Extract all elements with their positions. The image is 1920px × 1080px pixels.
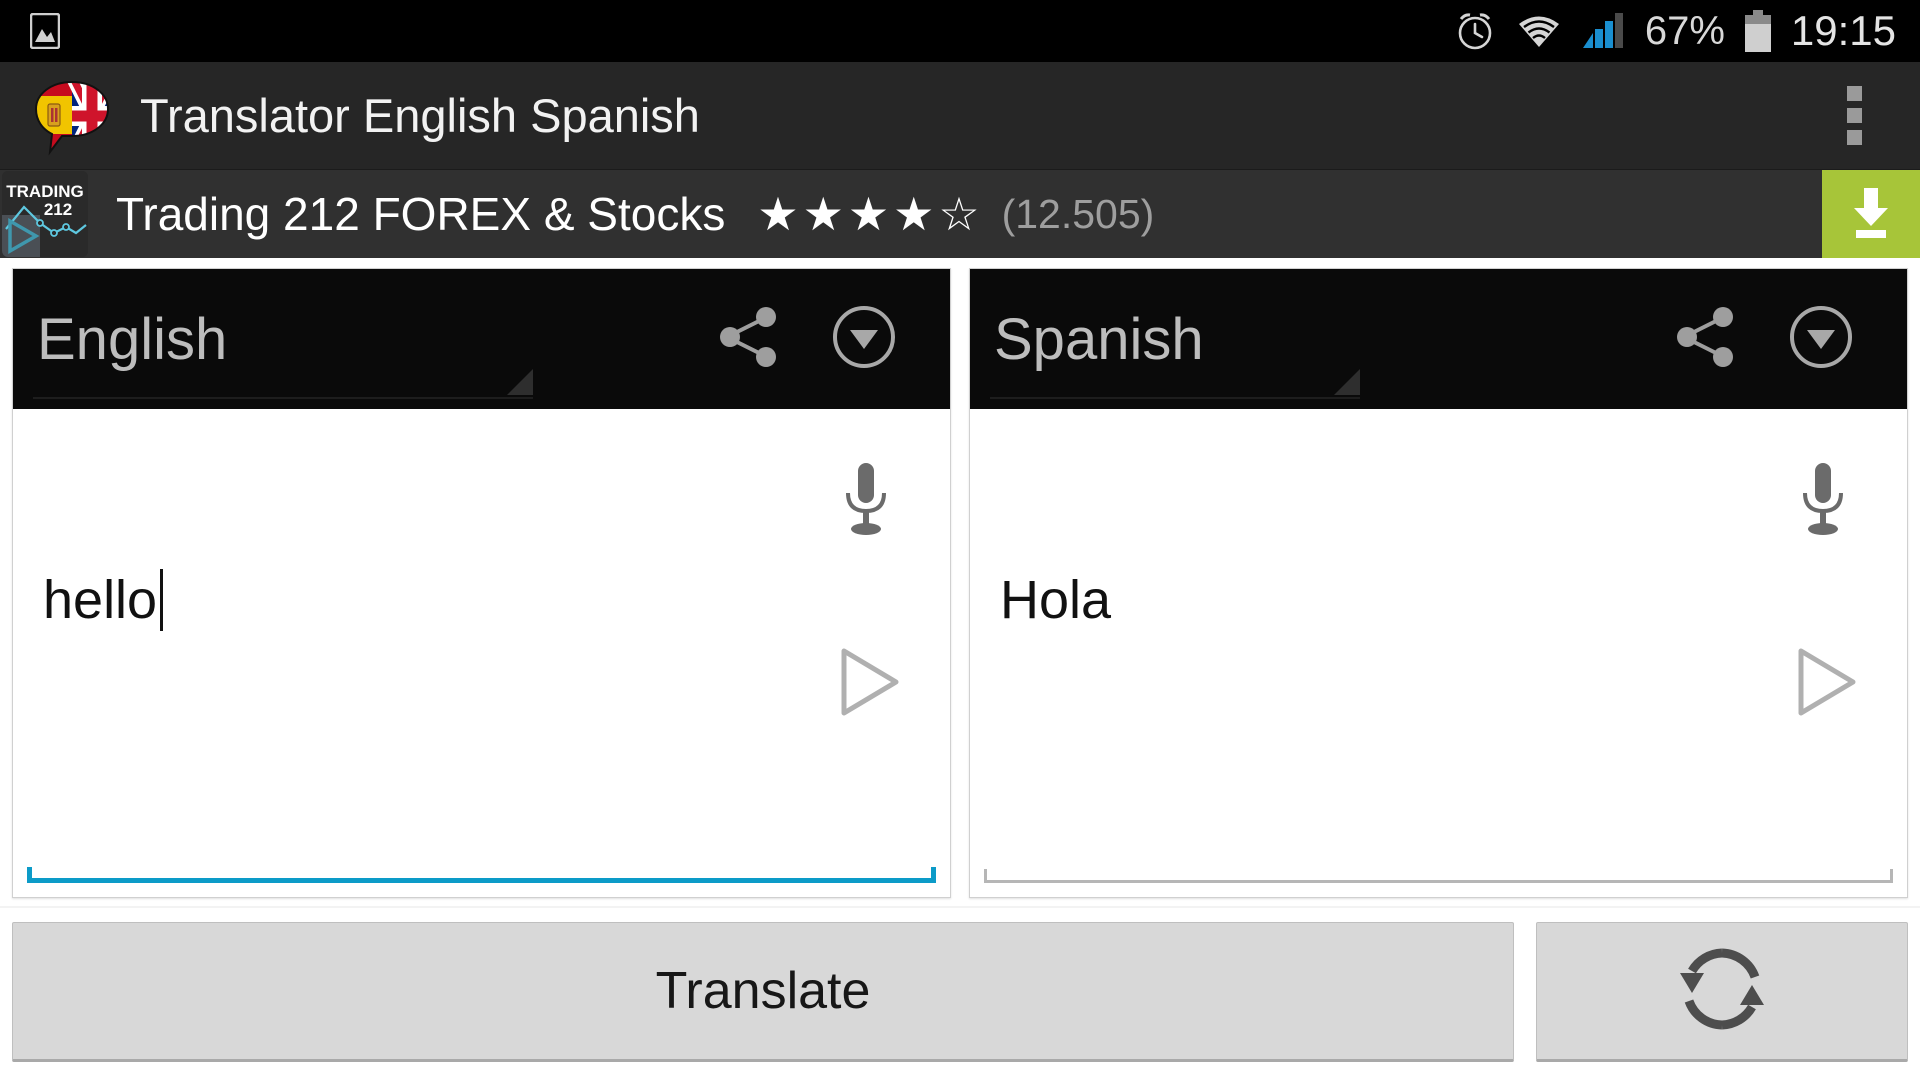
app-flag-bubble-icon: [32, 76, 112, 156]
status-bar-notifications: [0, 13, 60, 49]
image-icon: [30, 13, 60, 49]
status-bar-clock: 19:15: [1790, 7, 1896, 54]
battery-icon: [1743, 9, 1773, 53]
target-text-area[interactable]: Hola: [970, 409, 1907, 897]
target-panel-header: Spanish: [970, 269, 1907, 409]
star-filled-icon: ★: [847, 188, 890, 240]
target-panel-actions: [1673, 303, 1907, 376]
alarm-clock-icon: [1453, 9, 1497, 53]
source-text-wrapper: hello: [43, 569, 164, 631]
star-filled-icon: ★: [802, 188, 844, 240]
source-field-underline: [27, 867, 936, 883]
source-panel: English hello: [12, 268, 951, 898]
swap-languages-icon: [1672, 939, 1772, 1044]
svg-text:TRADING: TRADING: [6, 182, 83, 201]
ad-rating-count: (12.505): [1001, 190, 1155, 237]
ad-rating-stars: ★ ★ ★ ★ ☆: [757, 191, 979, 237]
play-icon[interactable]: [1783, 641, 1865, 728]
source-panel-actions: [716, 303, 950, 376]
swap-languages-button[interactable]: [1536, 922, 1908, 1062]
microphone-icon[interactable]: [1795, 461, 1851, 544]
ad-app-icon: TRADING 212: [2, 171, 88, 257]
cellular-signal-icon: [1581, 11, 1627, 51]
target-text-value: Hola: [1000, 570, 1112, 630]
star-empty-icon: ☆: [938, 188, 980, 240]
chevron-down-circle-icon[interactable]: [1787, 303, 1855, 376]
overflow-menu-icon[interactable]: [1829, 72, 1880, 159]
share-icon[interactable]: [1673, 304, 1739, 375]
target-text-wrapper: Hola: [1000, 569, 1111, 631]
ad-banner[interactable]: TRADING 212 Trading 212 FOREX & Stocks ★…: [0, 170, 1920, 258]
star-filled-icon: ★: [757, 188, 799, 240]
battery-percent-label: 67%: [1644, 9, 1725, 53]
microphone-icon[interactable]: [838, 461, 894, 544]
play-icon[interactable]: [826, 641, 908, 728]
bottom-action-bar: Translate: [0, 908, 1920, 1080]
source-panel-header: English: [13, 269, 950, 409]
svg-text:212: 212: [44, 200, 72, 219]
ad-title: Trading 212 FOREX & Stocks: [116, 188, 726, 240]
status-bar-system-icons: 67% 19:15: [1453, 9, 1920, 53]
target-language-label[interactable]: Spanish: [994, 306, 1204, 373]
translate-button-label: Translate: [655, 962, 871, 1020]
status-bar: 67% 19:15: [0, 0, 1920, 62]
text-caret: [160, 569, 164, 631]
source-language-spinner-underline: [33, 397, 533, 399]
star-filled-icon: ★: [893, 188, 935, 240]
ad-install-button[interactable]: [1822, 170, 1920, 258]
app-title: Translator English Spanish: [140, 89, 700, 142]
chevron-down-circle-icon[interactable]: [830, 303, 898, 376]
share-icon[interactable]: [716, 304, 782, 375]
source-text-area[interactable]: hello: [13, 409, 950, 897]
download-icon: [1843, 182, 1899, 247]
translate-button[interactable]: Translate: [12, 922, 1514, 1062]
translation-panels: English hello Spanish Hola: [0, 258, 1920, 906]
action-bar: Translator English Spanish: [0, 62, 1920, 170]
source-language-label[interactable]: English: [37, 306, 227, 373]
app-screen: 67% 19:15 Translator English Spanish TRA…: [0, 0, 1920, 1080]
target-panel: Spanish Hola: [969, 268, 1908, 898]
target-field-underline: [984, 867, 1893, 883]
source-text-value: hello: [43, 570, 158, 630]
target-language-spinner-underline: [990, 397, 1360, 399]
wifi-icon: [1515, 11, 1563, 51]
